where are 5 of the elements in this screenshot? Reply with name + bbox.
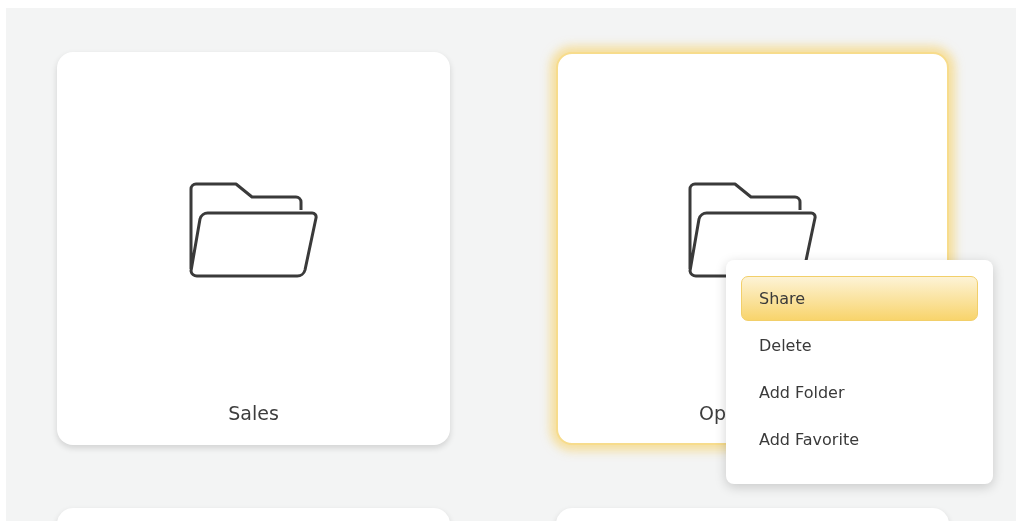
folder-card[interactable]: Sales bbox=[57, 52, 450, 445]
folder-name: Sales bbox=[227, 402, 280, 424]
folder-name: Op bbox=[698, 402, 727, 424]
menu-item[interactable]: Share bbox=[741, 276, 978, 321]
folder-icon bbox=[187, 181, 320, 281]
